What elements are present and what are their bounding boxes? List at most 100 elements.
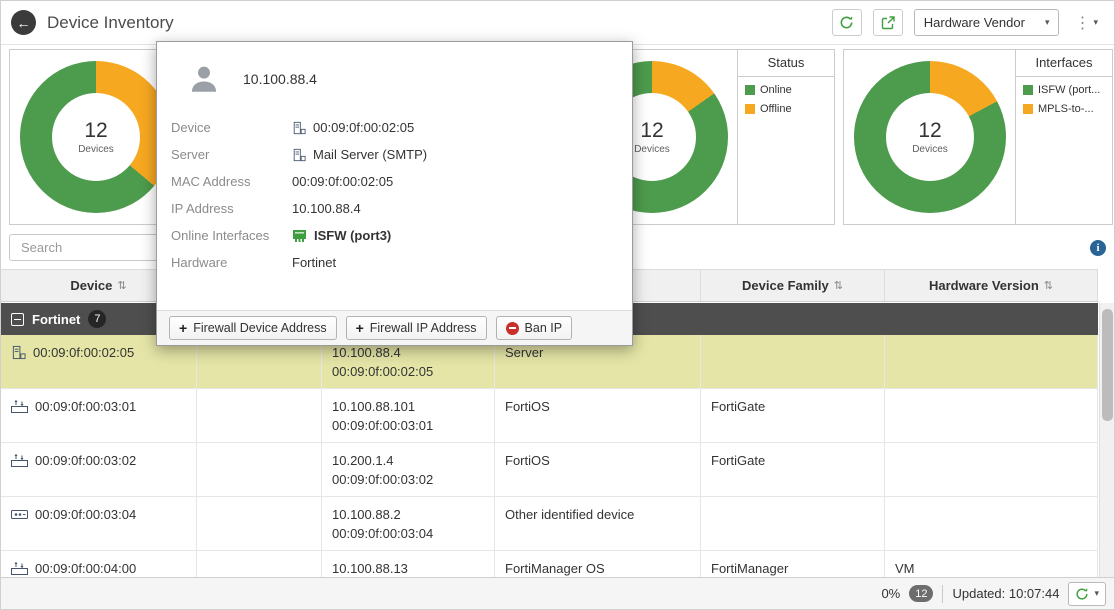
os-cell: FortiOS bbox=[495, 443, 701, 496]
ip-mac-cell: 10.100.88.101 00:09:0f:00:03:01 bbox=[322, 389, 495, 442]
device-count-badge: 12 bbox=[909, 585, 933, 602]
table-row[interactable]: 00:09:0f:00:03:02 10.200.1.4 00:09:0f:00… bbox=[1, 443, 1098, 497]
chevron-down-icon: ▾ bbox=[1093, 18, 1098, 27]
chevron-down-icon: ▾ bbox=[1094, 589, 1099, 598]
table-row[interactable]: 00:09:0f:00:03:04 10.100.88.2 00:09:0f:0… bbox=[1, 497, 1098, 551]
device-family-cell bbox=[701, 497, 885, 550]
interface-cell bbox=[197, 389, 322, 442]
firewall-ip-address-button[interactable]: + Firewall IP Address bbox=[346, 316, 487, 340]
device-cell: 00:09:0f:00:04:00 bbox=[1, 551, 197, 579]
sort-icon: ⇅ bbox=[834, 279, 843, 292]
switch-icon bbox=[11, 453, 28, 467]
popup-title: 10.100.88.4 bbox=[243, 71, 317, 87]
column-header-hardware-version[interactable]: Hardware Version ⇅ bbox=[885, 270, 1098, 301]
legend-title: Status bbox=[738, 50, 834, 77]
interfaces-donut-chart: 12 Devices bbox=[854, 61, 1006, 213]
toolbar-actions: Hardware Vendor ▾ ⋮ ▾ bbox=[832, 9, 1102, 36]
external-link-icon bbox=[881, 16, 895, 30]
table-body: 00:09:0f:00:02:05 10.100.88.4 00:09:0f:0… bbox=[1, 335, 1098, 579]
device-cell: 00:09:0f:00:03:04 bbox=[1, 497, 197, 550]
plus-icon: + bbox=[179, 321, 187, 335]
popup-header: 10.100.88.4 bbox=[157, 42, 632, 100]
user-icon bbox=[187, 62, 221, 96]
detail-row-online-interfaces: Online Interfaces ISFW (port3) bbox=[171, 222, 632, 249]
green-swatch-icon bbox=[1023, 85, 1033, 95]
table-row[interactable]: 00:09:0f:00:04:00 10.100.88.13 FortiMana… bbox=[1, 551, 1098, 579]
open-in-new-window-button[interactable] bbox=[873, 9, 903, 36]
legend-item-online: Online bbox=[738, 77, 834, 96]
chart-box-interfaces: 12 Devices Interfaces ISFW (port... MPLS… bbox=[843, 49, 1113, 225]
server-icon bbox=[11, 345, 26, 360]
orange-swatch-icon bbox=[745, 104, 755, 114]
status-bar: 0% 12 Updated: 10:07:44 ▾ bbox=[1, 577, 1115, 609]
device-count: 12 bbox=[640, 119, 663, 143]
plus-icon: + bbox=[356, 321, 364, 335]
refresh-button[interactable] bbox=[832, 9, 862, 36]
legend-item-label: Offline bbox=[760, 103, 792, 115]
os-cell: Other identified device bbox=[495, 497, 701, 550]
refresh-icon bbox=[839, 15, 854, 30]
device-family-cell: FortiManager bbox=[701, 551, 885, 579]
device-count: 12 bbox=[84, 119, 107, 143]
device-family-cell: FortiGate bbox=[701, 389, 885, 442]
detail-row-device: Device 00:09:0f:00:02:05 bbox=[171, 114, 632, 141]
legend-item-label: ISFW (port... bbox=[1038, 84, 1100, 96]
hardware-version-cell bbox=[885, 497, 1098, 550]
ban-ip-button[interactable]: Ban IP bbox=[496, 316, 573, 340]
status-legend: Status Online Offline bbox=[737, 50, 834, 224]
interface-cell bbox=[197, 551, 322, 579]
sort-icon: ⇅ bbox=[117, 279, 126, 292]
legend-item-mpls: MPLS-to-... bbox=[1016, 96, 1112, 115]
vertical-scrollbar[interactable] bbox=[1099, 303, 1115, 579]
vertical-scrollbar-thumb[interactable] bbox=[1102, 309, 1113, 421]
detail-row-mac-address: MAC Address 00:09:0f:00:02:05 bbox=[171, 168, 632, 195]
device-icon bbox=[11, 507, 28, 520]
interface-cell bbox=[197, 443, 322, 496]
legend-title: Interfaces bbox=[1016, 50, 1112, 77]
hardware-version-cell: VM bbox=[885, 551, 1098, 579]
more-options-menu[interactable]: ⋮ ▾ bbox=[1070, 11, 1102, 35]
table-row[interactable]: 00:09:0f:00:03:01 10.100.88.101 00:09:0f… bbox=[1, 389, 1098, 443]
hardware-version-cell bbox=[885, 389, 1098, 442]
hardware-vendor-donut-chart: 12 Devices bbox=[20, 61, 172, 213]
updated-timestamp: Updated: 10:07:44 bbox=[952, 586, 1059, 601]
popup-footer: + Firewall Device Address + Firewall IP … bbox=[157, 310, 632, 345]
detail-row-server: Server Mail Server (SMTP) bbox=[171, 141, 632, 168]
column-header-device-family[interactable]: Device Family ⇅ bbox=[701, 270, 885, 301]
orange-swatch-icon bbox=[1023, 104, 1033, 114]
device-count-label: Devices bbox=[78, 144, 114, 155]
interface-cell bbox=[197, 497, 322, 550]
back-button[interactable]: ← bbox=[11, 10, 36, 35]
switch-icon bbox=[11, 561, 28, 575]
device-count: 12 bbox=[918, 119, 941, 143]
hardware-vendor-dropdown[interactable]: Hardware Vendor ▾ bbox=[914, 9, 1060, 36]
group-count-badge: 7 bbox=[88, 310, 106, 328]
chevron-down-icon: ▾ bbox=[1045, 18, 1050, 27]
firewall-device-address-button[interactable]: + Firewall Device Address bbox=[169, 316, 337, 340]
page-title: Device Inventory bbox=[47, 13, 174, 33]
legend-item-isfw: ISFW (port... bbox=[1016, 77, 1112, 96]
legend-item-offline: Offline bbox=[738, 96, 834, 115]
hardware-vendor-label: Hardware Vendor bbox=[924, 15, 1025, 30]
ip-mac-cell: 10.200.1.4 00:09:0f:00:03:02 bbox=[322, 443, 495, 496]
collapse-icon[interactable] bbox=[11, 313, 24, 326]
switch-icon bbox=[11, 399, 28, 413]
donut-center: 12 Devices bbox=[886, 93, 974, 181]
auto-refresh-button[interactable]: ▾ bbox=[1068, 582, 1106, 606]
server-icon bbox=[292, 121, 306, 135]
device-count-label: Devices bbox=[634, 144, 670, 155]
device-family-cell bbox=[701, 335, 885, 388]
kebab-icon: ⋮ bbox=[1074, 13, 1090, 33]
green-swatch-icon bbox=[745, 85, 755, 95]
detail-row-hardware: Hardware Fortinet bbox=[171, 249, 632, 276]
os-cell: FortiManager OS bbox=[495, 551, 701, 579]
sort-icon: ⇅ bbox=[1044, 279, 1053, 292]
detail-row-ip-address: IP Address 10.100.88.4 bbox=[171, 195, 632, 222]
divider bbox=[942, 585, 943, 603]
device-detail-popup: 10.100.88.4 Device 00:09:0f:00:02:05 Ser… bbox=[156, 41, 633, 346]
device-cell: 00:09:0f:00:03:01 bbox=[1, 389, 197, 442]
top-toolbar: ← Device Inventory Hardware Vendor ▾ ⋮ ▾ bbox=[1, 1, 1115, 45]
legend-item-label: MPLS-to-... bbox=[1038, 103, 1094, 115]
info-icon[interactable]: i bbox=[1090, 240, 1106, 256]
progress-text: 0% bbox=[881, 586, 900, 601]
